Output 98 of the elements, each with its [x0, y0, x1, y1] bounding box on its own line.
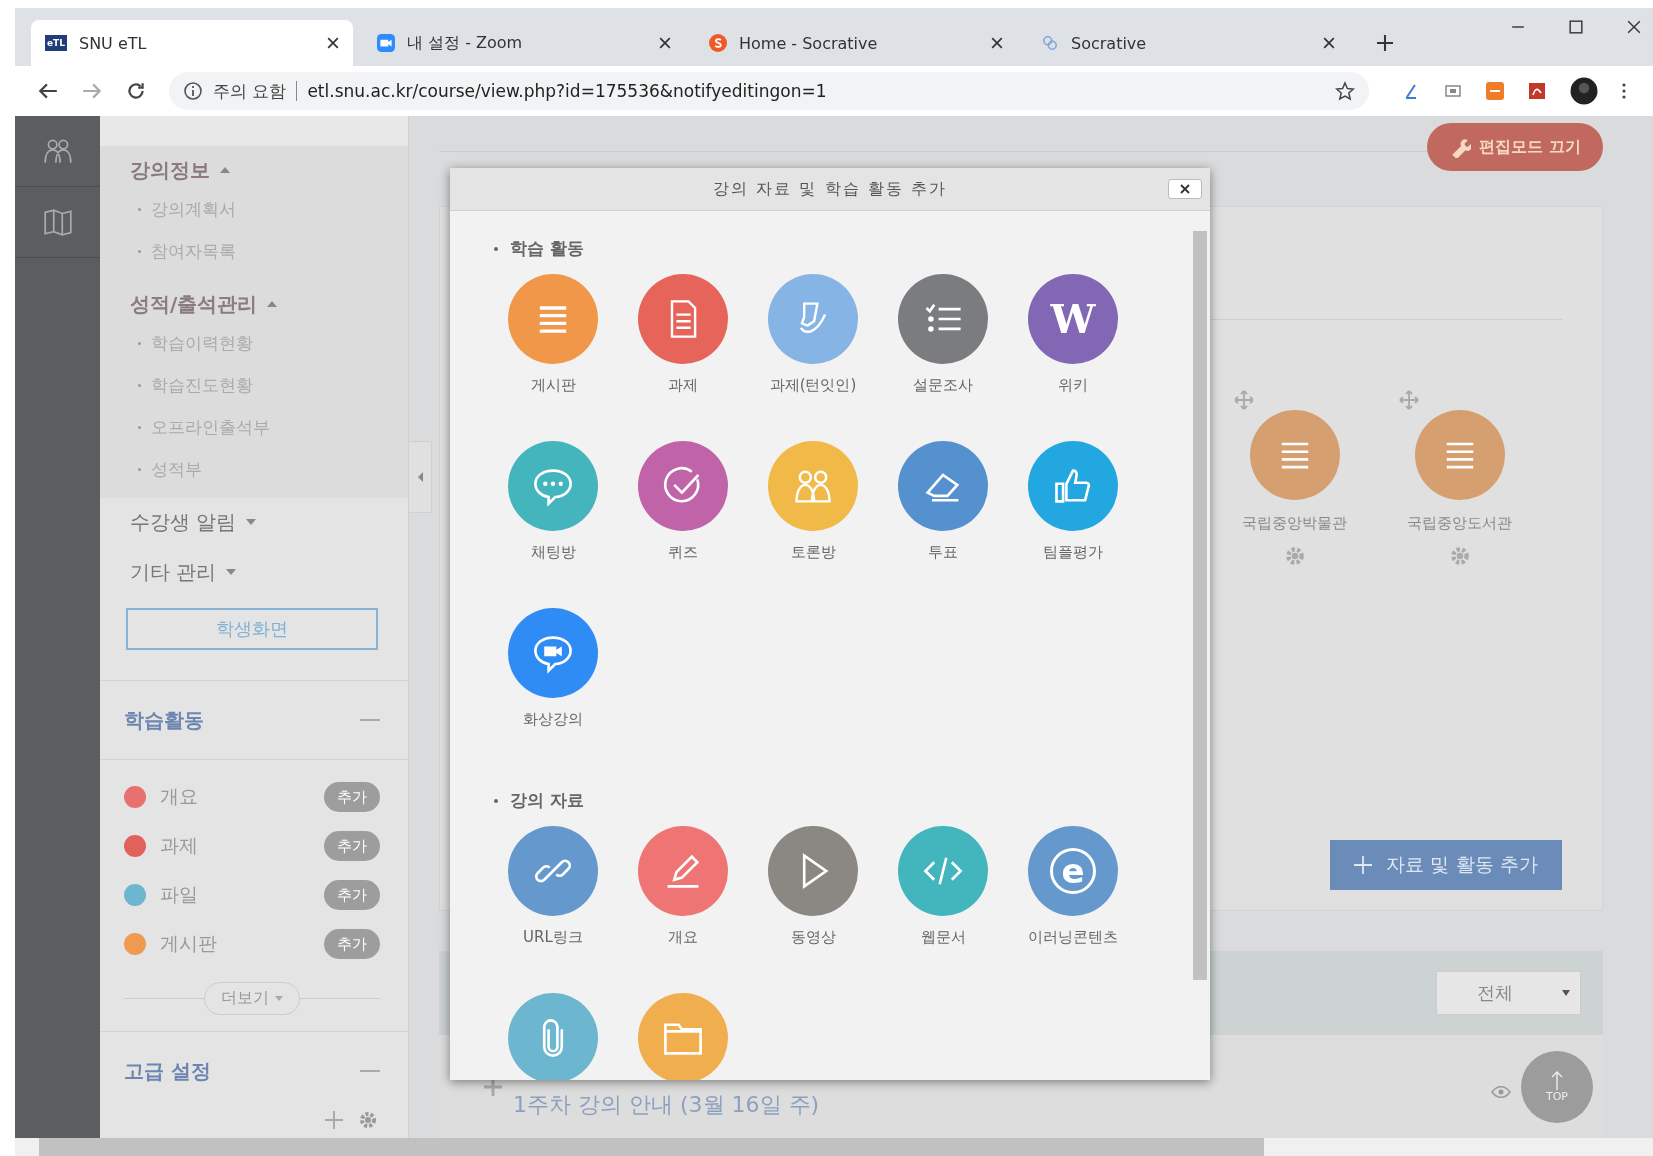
item-label[interactable]: 국립중앙박물관: [1242, 514, 1347, 533]
maximize-icon[interactable]: [1569, 20, 1583, 34]
menu-group-title: 강의정보: [130, 156, 210, 184]
activity-type-label[interactable]: 개요: [668, 928, 698, 947]
close-icon: [1180, 184, 1190, 194]
logo-icon: [709, 34, 727, 52]
up-arrow-icon: [1551, 1070, 1563, 1090]
move-icon[interactable]: [1399, 390, 1419, 410]
activity-type-label[interactable]: 투표: [928, 543, 958, 562]
move-icon[interactable]: [1234, 390, 1254, 410]
section-title: 학습 활동: [494, 237, 1190, 260]
browser-tab[interactable]: Socrative: [1027, 20, 1349, 66]
wrench-icon: [1449, 136, 1472, 158]
activity-label: 과제: [160, 833, 199, 858]
activity-type-label[interactable]: 게시판: [530, 376, 576, 395]
activity-type-label[interactable]: 이러닝콘텐츠: [1028, 928, 1118, 947]
add-button[interactable]: 추가: [324, 831, 380, 861]
button-label: 자료 및 활동 추가: [1386, 852, 1538, 877]
tab-title: Socrative: [1071, 33, 1148, 53]
close-icon[interactable]: [327, 37, 339, 49]
browser-tab[interactable]: 내 설정 - Zoom: [363, 20, 685, 66]
scrollbar[interactable]: [1190, 211, 1210, 1080]
menu-group-title: 기타 관리: [130, 558, 217, 586]
activity-label: 게시판: [160, 931, 218, 956]
activity-type-button[interactable]: e: [1028, 826, 1118, 916]
reload-icon[interactable]: [125, 80, 147, 102]
activity-type-label[interactable]: 토론방: [790, 543, 836, 562]
back-to-top-button[interactable]: TOP: [1521, 1050, 1593, 1123]
dialog-title: 강의 자료 및 학습 활동 추가: [713, 178, 947, 200]
menu-group-toggle[interactable]: 기타 관리: [130, 554, 408, 590]
security-label: 주의 요함: [213, 79, 287, 103]
site-logo: eTL: [45, 35, 67, 51]
info-icon: [183, 81, 203, 101]
activity-type-label[interactable]: URL링크: [523, 928, 583, 947]
letter-icon: W: [1050, 299, 1096, 339]
close-icon[interactable]: [1627, 20, 1641, 34]
avatar-icon[interactable]: [1569, 76, 1599, 106]
panel-title: 고급 설정: [124, 1057, 211, 1085]
student-view-button[interactable]: 학생화면: [126, 608, 378, 650]
collapse-icon[interactable]: [360, 718, 380, 722]
collapse-icon[interactable]: [360, 1069, 380, 1073]
menu-group-toggle[interactable]: 성적/출석관리: [130, 286, 408, 322]
activity-type-label[interactable]: 과제(턴잇인): [769, 376, 857, 395]
add-button[interactable]: 추가: [324, 880, 380, 910]
extension-icon[interactable]: [1485, 81, 1505, 101]
more-button[interactable]: 더보기: [204, 982, 300, 1015]
collapse-handle[interactable]: [408, 441, 432, 513]
panel-title: 학습활동: [124, 706, 204, 734]
rings-icon: [1041, 34, 1059, 52]
menu-group-toggle[interactable]: 수강생 알림: [130, 504, 408, 540]
activity-label: 파일: [160, 882, 199, 907]
menu-group-title: 성적/출석관리: [130, 290, 258, 318]
filter-select[interactable]: 전체: [1436, 971, 1581, 1015]
week-title: 1주차 강의 안내 (3월 16일 주): [513, 1090, 821, 1119]
menu-group-title: 수강생 알림: [130, 508, 237, 536]
add-button[interactable]: 추가: [324, 782, 380, 812]
activity-type-label[interactable]: 동영상: [790, 928, 836, 947]
letter-icon: e: [1050, 848, 1096, 894]
tab-title: 내 설정 - Zoom: [407, 32, 524, 54]
activity-type-label[interactable]: 채팅방: [530, 543, 576, 562]
activity-type-label[interactable]: 퀴즈: [668, 543, 698, 562]
star-icon[interactable]: [1335, 81, 1355, 101]
address-field[interactable]: 주의 요함 etl.snu.ac.kr/course/view.php?id=175536&notifyeditingon=1: [169, 72, 1369, 110]
new-tab-icon[interactable]: [1377, 35, 1393, 51]
activity-label: 개요: [160, 784, 199, 809]
menu-group-toggle[interactable]: 강의정보: [130, 152, 408, 188]
tab-title: Home - Socrative: [739, 33, 879, 53]
browser-tab[interactable]: eTL SNU eTL: [31, 20, 353, 66]
gear-icon[interactable]: [1448, 545, 1471, 567]
gear-icon[interactable]: [1283, 545, 1306, 567]
button-label: 편집모드 끄기: [1479, 136, 1581, 158]
plus-icon: [1354, 856, 1373, 874]
browser-tab[interactable]: Home - Socrative: [695, 20, 1017, 66]
activity-type-label[interactable]: 팀플평가: [1043, 543, 1103, 562]
activity-type-label[interactable]: 설문조사: [913, 376, 973, 395]
move-icon[interactable]: [324, 1110, 344, 1130]
close-icon[interactable]: [1323, 37, 1335, 49]
activity-type-label[interactable]: 위키: [1058, 376, 1088, 395]
video-camera-icon: [377, 34, 395, 52]
close-button[interactable]: [1168, 179, 1202, 199]
activity-type-label[interactable]: 웹문서: [920, 928, 966, 947]
url-text: etl.snu.ac.kr/course/view.php?id=175536&notifyeditingon=1: [307, 81, 828, 101]
book-icon[interactable]: [41, 206, 74, 238]
edit-mode-button[interactable]: 편집모드 끄기: [1427, 123, 1603, 171]
eye-icon[interactable]: [1491, 1085, 1511, 1098]
item-label[interactable]: 국립중앙도서관: [1407, 514, 1512, 533]
menu-icon[interactable]: [1621, 81, 1627, 101]
gear-icon[interactable]: [358, 1110, 378, 1130]
tab-title: SNU eTL: [79, 33, 148, 53]
section-title: 강의 자료: [494, 789, 1190, 812]
add-button[interactable]: 추가: [324, 929, 380, 959]
activity-type-label[interactable]: 과제: [668, 376, 698, 395]
activity-type-label[interactable]: 화상강의: [523, 710, 583, 729]
add-activity-button[interactable]: 자료 및 활동 추가: [1330, 840, 1562, 890]
activity-type-button[interactable]: W: [1028, 274, 1118, 364]
close-icon[interactable]: [659, 37, 671, 49]
scrollbar[interactable]: [15, 1138, 1653, 1156]
close-icon[interactable]: [991, 37, 1003, 49]
